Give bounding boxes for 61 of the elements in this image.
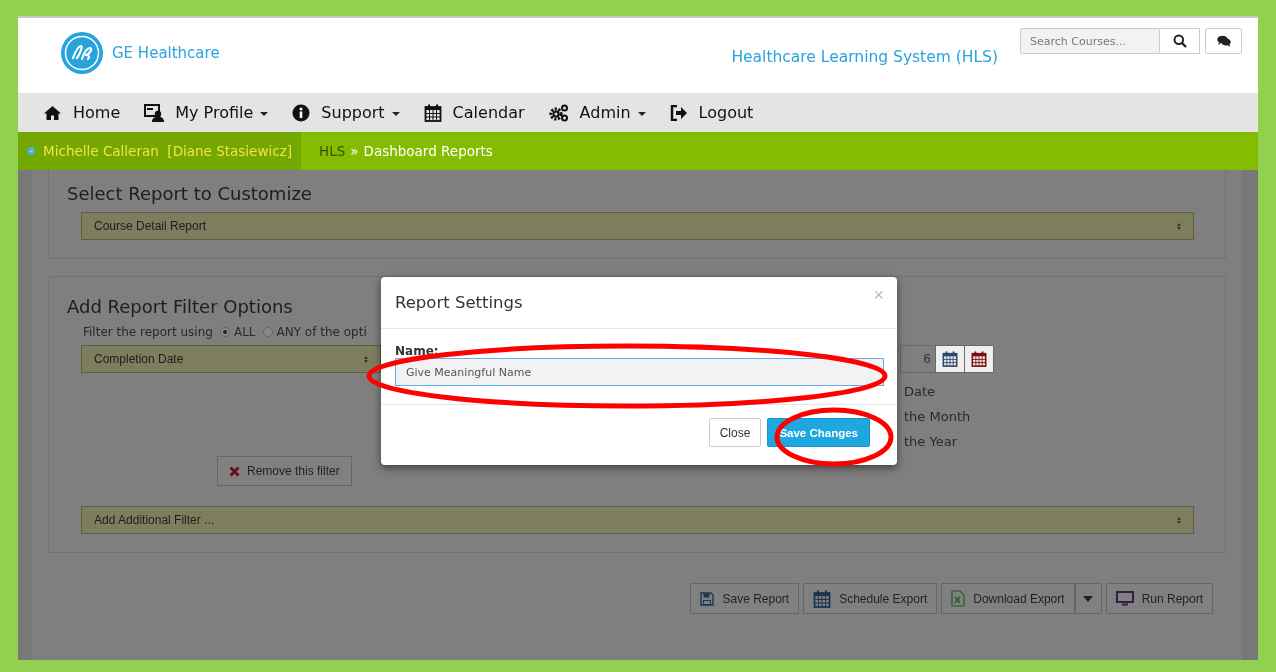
monitor-icon — [1115, 591, 1134, 606]
name-field[interactable]: Give Meaningful Name — [395, 358, 884, 386]
action-button[interactable]: Schedule Export — [803, 583, 938, 614]
action-button[interactable]: Save Report — [690, 583, 800, 614]
calendar-icon — [423, 103, 442, 122]
nav-item[interactable]: Home — [31, 93, 133, 132]
dialog-title: Report Settings — [395, 293, 523, 312]
close-icon — [229, 465, 240, 477]
caret-icon — [1083, 595, 1094, 602]
nav-item[interactable]: Calendar — [411, 93, 537, 132]
search-button[interactable] — [1160, 28, 1200, 54]
nav-item[interactable]: Logout — [657, 93, 766, 132]
breadcrumb-current: Dashboard Reports — [363, 143, 493, 159]
close-button[interactable]: Close — [708, 418, 762, 447]
nav-item[interactable]: Admin — [536, 93, 658, 132]
dropdown-arrows-icon — [1177, 222, 1181, 230]
dropdown[interactable]: Add Additional Filter ... — [81, 506, 1194, 534]
calendar-icon — [813, 589, 832, 608]
dropdown[interactable]: Course Detail Report — [81, 212, 1194, 240]
spreadsheet-file-icon — [951, 590, 966, 607]
section-heading: Add Report Filter Options — [67, 296, 293, 317]
radio-label: ALL — [233, 325, 256, 339]
radio-button[interactable] — [262, 327, 273, 337]
nav-item[interactable]: Support — [280, 93, 412, 132]
gears-icon — [548, 103, 569, 122]
radio-button[interactable] — [219, 327, 230, 337]
home-icon — [43, 104, 62, 121]
logout-icon — [669, 104, 688, 121]
filter-label: Filter the report using — [83, 325, 213, 339]
calendar-icon — [942, 350, 958, 368]
dropdown[interactable]: Completion Date — [81, 345, 381, 373]
search-field[interactable]: Search Courses... — [1020, 28, 1160, 54]
action-button[interactable]: Download Export — [941, 583, 1075, 614]
breadcrumb-separator: » — [350, 143, 359, 159]
date-option-label: the Year — [904, 434, 958, 449]
chat-icon — [1216, 35, 1231, 47]
calendar-button[interactable] — [965, 345, 994, 373]
nav-item[interactable]: My Profile — [132, 93, 281, 132]
field-label: Name: — [395, 344, 440, 358]
calendar-button[interactable] — [936, 345, 965, 373]
dropdown-toggle[interactable] — [1074, 583, 1102, 614]
user-name: Michelle Calleran [Diane Stasiewicz] — [43, 143, 292, 159]
calendar-icon — [971, 350, 987, 368]
save-changes-button[interactable]: Save Changes — [767, 418, 870, 447]
system-title: Healthcare Learning System (HLS) — [731, 48, 998, 66]
dropdown-arrows-icon — [1177, 516, 1181, 524]
date-option-label: Date — [904, 384, 937, 399]
dropdown-arrows-icon — [364, 355, 368, 363]
breadcrumb-link[interactable]: HLS — [319, 143, 346, 159]
radio-label: ANY of the opti — [276, 325, 367, 339]
action-button[interactable]: Run Report — [1105, 583, 1213, 614]
ge-logo-icon — [60, 31, 104, 75]
brand-name: GE Healthcare — [112, 44, 220, 62]
remove-filter-button[interactable]: Remove this filter — [217, 456, 352, 486]
section-heading: Select Report to Customize — [67, 183, 312, 204]
search-icon — [1172, 34, 1187, 48]
chat-button[interactable] — [1205, 28, 1242, 54]
date-option-label: the Month — [904, 409, 972, 424]
info-icon — [292, 103, 311, 122]
profile-card-icon — [144, 103, 165, 122]
date-field[interactable]: 6 — [900, 345, 936, 373]
